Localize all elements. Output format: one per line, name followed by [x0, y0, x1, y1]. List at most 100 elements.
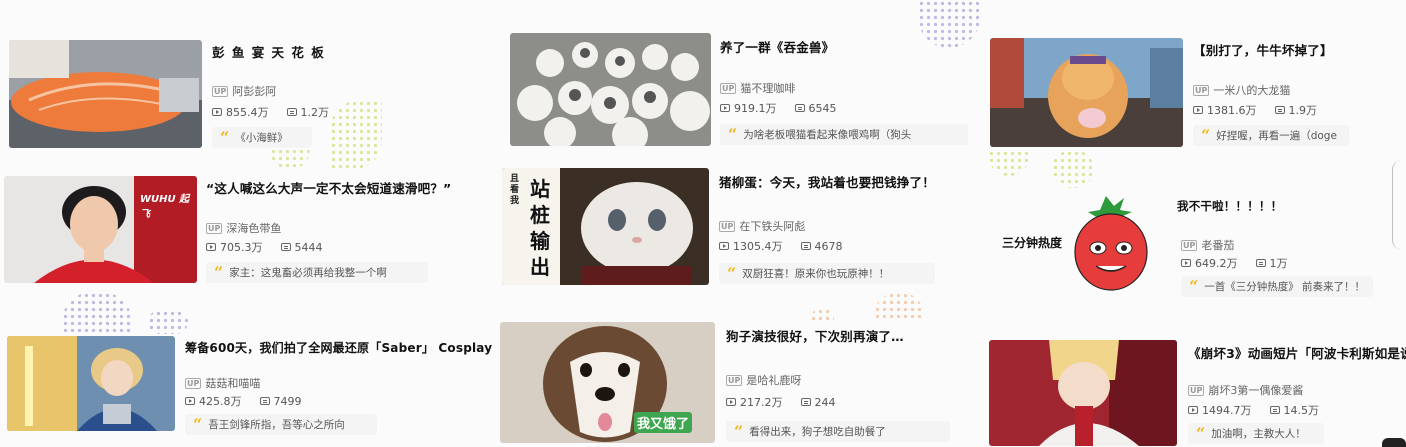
play-icon — [206, 243, 216, 251]
up-badge-icon: UP — [212, 85, 229, 97]
video-stats: 1305.4万 4678 — [719, 238, 843, 254]
up-badge-icon: UP — [185, 377, 202, 389]
video-thumbnail[interactable] — [7, 336, 175, 431]
uploader[interactable]: UP 崩坏3第一偶像爱酱 — [1188, 382, 1303, 398]
view-count: 1494.7万 — [1202, 404, 1252, 417]
thumbnail-overlay-text: WUHU 起飞 — [140, 194, 190, 220]
decorative-dots — [148, 310, 188, 334]
hot-comment: “吾王剑锋所指，吾等心之所向 — [185, 414, 377, 435]
up-badge-icon: UP — [1193, 84, 1210, 96]
video-stats: 855.4万 1.2万 — [212, 104, 329, 120]
view-count: 919.1万 — [734, 102, 777, 115]
video-title[interactable]: 养了一群《吞金兽》 — [720, 37, 834, 56]
decorative-dots — [874, 292, 924, 318]
video-title[interactable]: 我不干啦！！！！！ — [1177, 198, 1282, 214]
uploader[interactable]: UP 阿彭彭阿 — [212, 83, 276, 99]
up-badge-icon: UP — [1181, 239, 1198, 251]
thumbnail-overlay-text: 三分钟热度 — [1002, 236, 1063, 250]
video-title[interactable]: 狗子演技很好，下次别再演了… — [726, 326, 904, 345]
hot-comment: “加油啊，主教大人！ — [1188, 423, 1324, 444]
video-thumbnail[interactable] — [989, 340, 1177, 446]
video-stats: 1381.6万 1.9万 — [1193, 102, 1317, 118]
video-title[interactable]: 【别打了，牛牛坏掉了】 — [1193, 40, 1333, 59]
danmaku-icon — [1269, 406, 1280, 414]
quote-icon: “ — [727, 263, 737, 283]
up-badge-icon: UP — [719, 220, 736, 232]
view-count: 425.8万 — [199, 395, 242, 408]
up-badge-icon: UP — [1188, 384, 1205, 396]
danmaku-count: 14.5万 — [1283, 404, 1320, 417]
uploader[interactable]: UP 在下铁头阿彪 — [719, 218, 805, 234]
quote-icon: “ — [728, 124, 738, 144]
danmaku-icon — [259, 397, 270, 405]
danmaku-count: 7499 — [273, 394, 302, 408]
thumbnail-overlay-text: 站桩输出 — [530, 177, 550, 279]
decorative-dots — [62, 292, 132, 332]
uploader[interactable]: UP 深海色带鱼 — [206, 220, 281, 236]
uploader[interactable]: UP 菇菇和喵喵 — [185, 375, 260, 391]
danmaku-count: 244 — [814, 395, 836, 409]
edge-illustration — [1392, 160, 1406, 250]
video-thumbnail[interactable]: 且看我 站桩输出 — [502, 168, 709, 285]
video-stats: 1494.7万 14.5万 — [1188, 402, 1319, 418]
video-stats: 217.2万 244 — [726, 394, 836, 410]
quote-icon: “ — [734, 421, 744, 441]
danmaku-icon — [280, 243, 291, 251]
view-count: 855.4万 — [226, 106, 269, 119]
video-thumbnail[interactable] — [9, 40, 202, 148]
danmaku-count: 1万 — [1269, 257, 1288, 270]
danmaku-icon — [286, 108, 297, 116]
view-count: 1305.4万 — [733, 240, 783, 253]
edge-illustration — [1382, 438, 1406, 447]
danmaku-icon — [800, 398, 811, 406]
video-thumbnail[interactable] — [990, 38, 1183, 147]
play-icon — [719, 242, 729, 250]
video-title[interactable]: 《崩坏3》动画短片「阿波卡利斯如是说 — [1188, 343, 1406, 362]
video-title[interactable]: “这人喊这么大声一定不太会短道速滑吧？” — [206, 178, 451, 197]
play-icon — [212, 108, 222, 116]
hot-comment: “双厨狂喜！原来你也玩原神！！ — [719, 263, 935, 284]
video-title[interactable]: 猪柳蛋：今天，我站着也要把钱挣了！ — [719, 172, 935, 191]
uploader[interactable]: UP 是哈礼鹿呀 — [726, 372, 801, 388]
uploader[interactable]: UP 一米八的大龙猫 — [1193, 82, 1290, 98]
play-icon — [1188, 406, 1198, 414]
view-count: 705.3万 — [220, 241, 263, 254]
play-icon — [185, 397, 195, 405]
video-thumbnail[interactable]: 三分钟热度 — [996, 190, 1160, 298]
quote-icon: “ — [220, 127, 230, 147]
view-count: 217.2万 — [740, 396, 783, 409]
up-badge-icon: UP — [206, 222, 223, 234]
decorative-dots — [270, 148, 310, 170]
video-thumbnail[interactable]: WUHU 起飞 — [4, 176, 197, 283]
up-badge-icon: UP — [720, 82, 737, 94]
uploader[interactable]: UP 猫不理咖啡 — [720, 80, 795, 96]
video-stats: 425.8万 7499 — [185, 393, 302, 409]
uploader[interactable]: UP 老番茄 — [1181, 237, 1234, 253]
danmaku-count: 1.2万 — [300, 106, 330, 119]
video-stats: 649.2万 1万 — [1181, 255, 1288, 271]
danmaku-count: 1.9万 — [1288, 104, 1318, 117]
danmaku-count: 6545 — [808, 101, 837, 115]
video-thumbnail[interactable] — [510, 33, 711, 146]
video-stats: 919.1万 6545 — [720, 100, 837, 116]
danmaku-icon — [794, 104, 805, 112]
danmaku-icon — [1274, 106, 1285, 114]
decorative-dots — [330, 100, 382, 170]
decorative-dots — [1052, 150, 1094, 188]
play-icon — [726, 398, 736, 406]
hot-comment: “好捏喔，再看一遍（doge — [1193, 125, 1349, 146]
video-title[interactable]: 彭 鱼 宴 天 花 板 — [212, 42, 325, 61]
quote-icon: “ — [1201, 125, 1211, 145]
quote-icon: “ — [214, 262, 224, 282]
hot-comment: “看得出来，狗子想吃自助餐了 — [726, 421, 950, 442]
video-thumbnail[interactable]: 我又饿了 — [500, 322, 715, 443]
danmaku-count: 5444 — [294, 240, 323, 254]
hot-comment: “《小海鲜》 — [212, 127, 312, 148]
video-stats: 705.3万 5444 — [206, 239, 323, 255]
quote-icon: “ — [193, 414, 203, 434]
thumbnail-overlay-small-text: 且看我 — [510, 174, 520, 206]
play-icon — [1181, 259, 1191, 267]
decorative-dots — [988, 150, 1030, 176]
video-title[interactable]: 筹备600天，我们拍了全网最还原「Saber」 Cosplay — [185, 339, 492, 356]
quote-icon: “ — [1196, 423, 1206, 443]
